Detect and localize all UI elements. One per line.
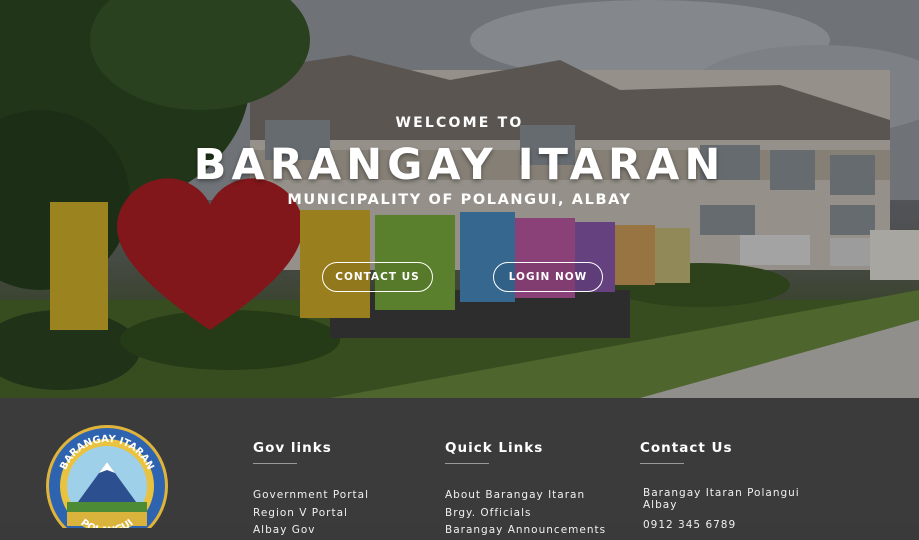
page-title: BARANGAY ITARAN: [193, 140, 726, 190]
footer-link-about[interactable]: About Barangay Itaran: [445, 487, 606, 505]
barangay-seal-logo: BARANGAY ITARAN POLANGUI: [46, 425, 168, 528]
contact-us-section: Contact Us Barangay Itaran Polangui Alba…: [640, 440, 820, 539]
site-footer: BARANGAY ITARAN POLANGUI Gov links Gover…: [0, 398, 919, 536]
heading-underline: [445, 463, 489, 464]
heading-underline: [253, 463, 297, 464]
heading-underline: [640, 463, 684, 464]
footer-link-officials[interactable]: Brgy. Officials: [445, 505, 606, 523]
contact-us-button[interactable]: CONTACT US: [322, 262, 433, 292]
footer-link-region-v-portal[interactable]: Region V Portal: [253, 505, 369, 523]
contact-phone: 0912 345 6789: [643, 519, 737, 531]
footer-link-government-portal[interactable]: Government Portal: [253, 487, 369, 505]
login-now-button[interactable]: LOGIN NOW: [493, 262, 603, 292]
hero-banner: WELCOME TO BARANGAY ITARAN MUNICIPALITY …: [0, 0, 919, 398]
contact-us-heading: Contact Us: [640, 440, 733, 456]
contact-address: Barangay Itaran Polangui Albay: [643, 487, 800, 511]
quick-links-heading: Quick Links: [445, 440, 544, 456]
page-subtitle: MUNICIPALITY OF POLANGUI, ALBAY: [287, 192, 632, 208]
welcome-text: WELCOME TO: [395, 115, 524, 131]
gov-links-heading: Gov links: [253, 440, 332, 456]
